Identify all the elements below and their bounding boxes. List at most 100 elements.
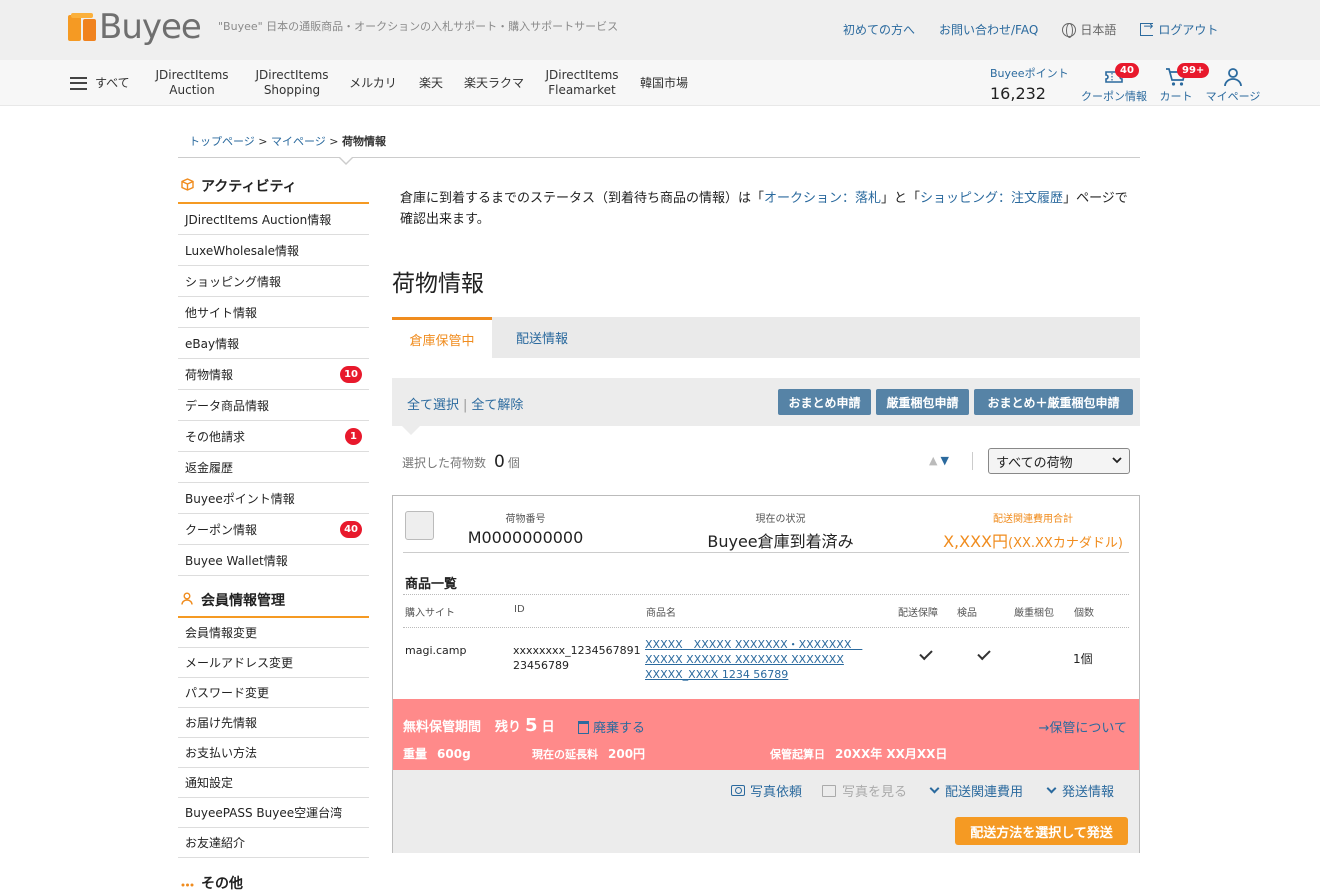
dotted-divider	[403, 627, 1129, 628]
logout-label: ログアウト	[1158, 23, 1219, 37]
logout-link[interactable]: ログアウト	[1140, 19, 1219, 38]
package-checkbox[interactable]	[405, 511, 434, 540]
language-selector[interactable]: 日本語	[1062, 21, 1116, 38]
faq-link[interactable]: お問い合わせ/FAQ	[939, 21, 1038, 38]
other-heading: その他	[178, 866, 369, 895]
package-status-value: Buyee倉庫到着済み	[707, 532, 854, 551]
col-quantity: 個数	[1074, 608, 1094, 619]
category-nav: すべて JDirectItems Auction JDirectItems Shop…	[0, 60, 1320, 106]
mypage-label: マイページ	[1205, 90, 1261, 103]
sidebar-item-referral[interactable]: お友達紹介	[178, 828, 369, 858]
sidebar-item-member-edit[interactable]: 会員情報変更	[178, 618, 369, 648]
inspection-check-icon	[977, 646, 991, 661]
sidebar-item-jdirect-auction[interactable]: JDirectItems Auction情報	[178, 204, 369, 235]
secure-packing-button[interactable]: 厳重梱包申請	[876, 389, 969, 415]
chevron-down-icon	[1046, 783, 1057, 794]
more-icon	[181, 876, 195, 890]
nav-label: JDirectItems	[255, 68, 329, 82]
points-value: 16,232	[990, 84, 1046, 103]
sidebar-item-ebay[interactable]: eBay情報	[178, 328, 369, 359]
sidebar-item-password[interactable]: パスワード変更	[178, 678, 369, 708]
nav-korea-market[interactable]: 韓国市場	[634, 60, 694, 106]
fee-label: 配送関連費用合計	[993, 514, 1073, 525]
combine-and-packing-button[interactable]: おまとめ＋厳重梱包申請	[974, 389, 1133, 415]
sidebar-item-refunds[interactable]: 返金履歴	[178, 452, 369, 483]
count-badge: 10	[340, 365, 362, 383]
camera-icon	[731, 785, 745, 796]
sidebar-item-data-products[interactable]: データ商品情報	[178, 390, 369, 421]
link-separator: |	[463, 398, 468, 413]
remaining-days: 5	[525, 715, 538, 736]
sidebar-item-other-billing[interactable]: その他請求 1	[178, 421, 369, 452]
nav-rakuma[interactable]: 楽天ラクマ	[460, 60, 528, 106]
item-id: xxxxxxxx_1234567891 23456789	[513, 643, 641, 673]
tab-warehouse[interactable]: 倉庫保管中	[392, 317, 492, 358]
deselect-all-link[interactable]: 全て解除	[471, 398, 523, 413]
sidebar-item-payment[interactable]: お支払い方法	[178, 738, 369, 768]
selected-count-unit: 個	[507, 456, 520, 470]
sidebar-item-notifications[interactable]: 通知設定	[178, 768, 369, 798]
nav-jdirect-fleamarket[interactable]: JDirectItems Fleamarket	[540, 60, 624, 106]
sidebar-item-packages[interactable]: 荷物情報 10	[178, 359, 369, 390]
package-filter-select[interactable]: すべての荷物	[988, 448, 1130, 474]
ship-info-toggle[interactable]: 発送情報	[1046, 781, 1114, 800]
buyee-points[interactable]: Buyeeポイント 16,232	[990, 65, 1069, 103]
nav-jdirect-shopping[interactable]: JDirectItems Shopping	[250, 60, 334, 106]
sidebar-item-other-sites[interactable]: 他サイト情報	[178, 297, 369, 328]
intro-part: 」と「	[881, 191, 921, 206]
sidebar-item-label: 返金履歴	[185, 460, 234, 475]
buyee-logo[interactable]: Buyee	[68, 10, 202, 44]
sidebar-item-label: お友達紹介	[185, 836, 246, 850]
order-history-link[interactable]: ショッピング：注文履歴	[920, 191, 1063, 206]
globe-icon	[1062, 22, 1077, 38]
nav-label: JDirectItems	[545, 68, 619, 82]
remaining-label: 残り	[495, 720, 522, 735]
shipping-fee-toggle[interactable]: 配送関連費用	[929, 781, 1023, 800]
photo-request-link[interactable]: 写真依頼	[731, 781, 802, 800]
sidebar-item-points[interactable]: Buyeeポイント情報	[178, 483, 369, 514]
nav-all-menu[interactable]: すべて	[70, 60, 140, 106]
col-id: ID	[514, 604, 525, 615]
beginners-link[interactable]: 初めての方へ	[843, 21, 915, 38]
sidebar-item-luxewholesale[interactable]: LuxeWholesale情報	[178, 235, 369, 266]
sidebar-item-buyeepass[interactable]: BuyeePASS Buyee空運台湾	[178, 798, 369, 828]
sidebar-item-address[interactable]: お届け先情報	[178, 708, 369, 738]
nav-jdirect-auction[interactable]: JDirectItems Auction	[150, 60, 234, 106]
dispose-button[interactable]: 廃棄する	[578, 717, 645, 736]
select-shipping-button[interactable]: 配送方法を選択して発送	[955, 817, 1128, 845]
sidebar-item-coupons[interactable]: クーポン情報 40	[178, 514, 369, 545]
nav-rakuten[interactable]: 楽天	[412, 60, 450, 106]
sort-desc-icon[interactable]: ▼	[940, 454, 948, 467]
item-name-link[interactable]: XXXXX XXXXX XXXXXXX・XXXXXXX XXXXX XXXXXX…	[645, 637, 862, 682]
other-title: その他	[201, 876, 243, 892]
sort-asc-icon[interactable]: ▲	[929, 454, 937, 467]
sidebar-item-label: メールアドレス変更	[185, 656, 294, 670]
top-links: 初めての方へ お問い合わせ/FAQ 日本語 ログアウト	[843, 19, 1242, 38]
breadcrumb-mypage[interactable]: マイページ	[271, 135, 326, 148]
sidebar-item-shopping[interactable]: ショッピング情報	[178, 266, 369, 297]
breadcrumb-top[interactable]: トップページ	[189, 135, 255, 148]
sort-toggle[interactable]: ▲ ▼	[929, 454, 949, 467]
storage-start: 保管起算日 20XX年 XX月XX日	[770, 745, 947, 762]
sidebar-item-wallet[interactable]: Buyee Wallet情報	[178, 545, 369, 576]
sidebar-item-label: 荷物情報	[185, 367, 234, 382]
chevron-down-icon	[1111, 452, 1123, 472]
coupon-nav[interactable]: 40 クーポン情報	[1080, 63, 1148, 104]
mypage-nav[interactable]: マイページ	[1204, 66, 1262, 104]
sidebar-item-label: 他サイト情報	[185, 305, 258, 320]
sidebar-item-email[interactable]: メールアドレス変更	[178, 648, 369, 678]
cart-nav[interactable]: 99+ カート	[1156, 63, 1210, 104]
storage-about-link[interactable]: →保管について	[1038, 717, 1127, 736]
tab-shipping[interactable]: 配送情報	[492, 317, 592, 358]
auction-won-link[interactable]: オークション：落札	[764, 191, 881, 206]
storage-start-value: 20XX年 XX月XX日	[835, 747, 948, 761]
breadcrumb-sep: >	[258, 135, 268, 148]
combine-request-button[interactable]: おまとめ申請	[778, 389, 871, 415]
select-all-link[interactable]: 全て選択	[407, 398, 459, 413]
filter-selected-value: すべての荷物	[996, 455, 1073, 471]
nav-mercari[interactable]: メルカリ	[345, 60, 401, 106]
sidebar-item-label: 通知設定	[185, 776, 234, 790]
sidebar-item-label: 会員情報変更	[185, 626, 258, 640]
item-list-title: 商品一覧	[405, 577, 458, 592]
col-site: 購入サイト	[405, 608, 455, 619]
